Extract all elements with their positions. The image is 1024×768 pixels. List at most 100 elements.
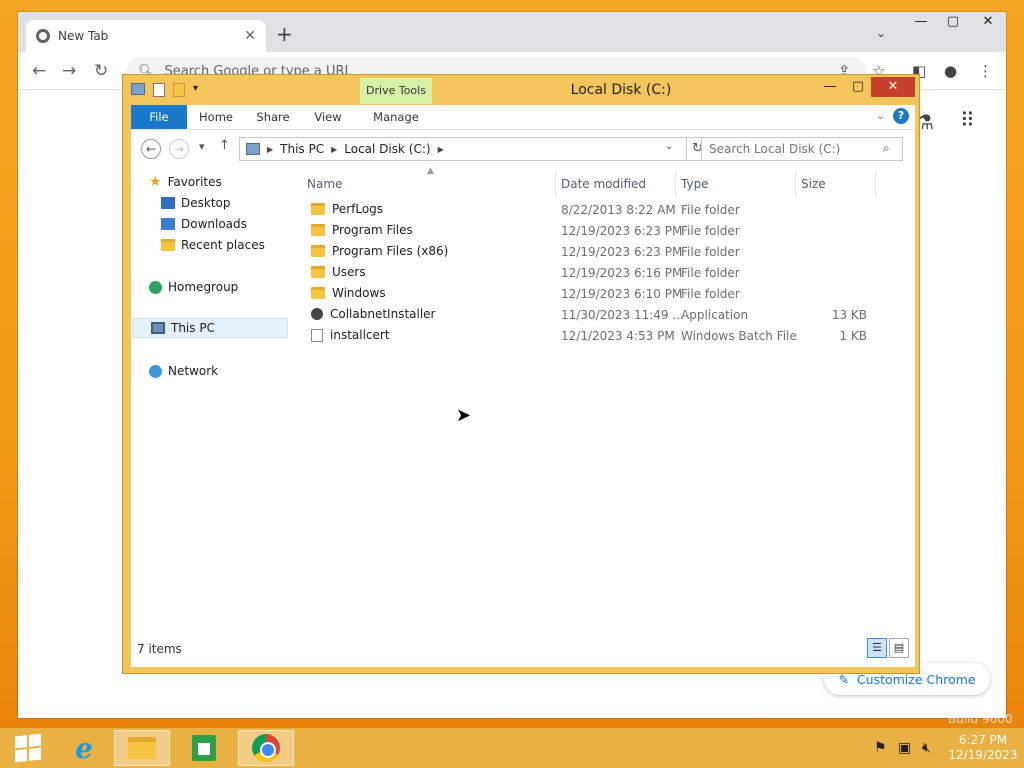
nav-this-pc[interactable]: This PC — [132, 318, 288, 338]
tab-manage[interactable]: Manage — [360, 105, 432, 129]
search-input[interactable] — [701, 137, 903, 161]
chrome-tab-new-tab[interactable]: New Tab ✕ — [26, 20, 266, 52]
clock-time: 6:27 PM — [958, 733, 1008, 747]
tab-share[interactable]: Share — [247, 105, 299, 129]
tab-file[interactable]: File — [131, 105, 187, 129]
nav-homegroup[interactable]: Homegroup — [149, 277, 238, 297]
column-size[interactable]: Size — [801, 177, 826, 191]
tab-home[interactable]: Home — [191, 105, 241, 129]
file-date: 12/19/2023 6:16 PM — [561, 266, 683, 280]
apps-grid-icon[interactable]: ⠿ — [960, 108, 975, 132]
file-row[interactable]: PerfLogs 8/22/2013 8:22 AM File folder — [299, 200, 899, 221]
breadcrumb-separator-icon[interactable]: ▶ — [438, 145, 444, 154]
taskbar-file-explorer[interactable] — [114, 730, 170, 766]
chrome-tab-title: New Tab — [58, 29, 109, 43]
batch-file-icon — [311, 328, 323, 342]
folder-icon — [311, 287, 325, 299]
nav-homegroup-label: Homegroup — [168, 280, 239, 294]
tab-view[interactable]: View — [305, 105, 351, 129]
column-divider[interactable] — [675, 172, 676, 196]
column-divider[interactable] — [875, 172, 876, 196]
file-explorer-icon — [128, 737, 156, 759]
file-row[interactable]: Windows 12/19/2023 6:10 PM File folder — [299, 284, 899, 305]
column-name[interactable]: Name — [307, 177, 342, 191]
file-name: CollabnetInstaller — [311, 307, 436, 321]
file-row[interactable]: installcert 12/1/2023 4:53 PM Windows Batc… — [299, 326, 899, 347]
breadcrumb-separator-icon[interactable]: ▶ — [331, 145, 337, 154]
action-center-flag-icon[interactable]: ⚑ — [874, 740, 887, 756]
taskbar-internet-explorer[interactable]: e — [56, 730, 112, 766]
taskbar-chrome[interactable] — [238, 730, 294, 766]
system-clock[interactable]: 6:27 PM 12/19/2023 — [948, 733, 1018, 763]
large-icons-view-icon[interactable]: ▤ — [889, 638, 909, 658]
column-type[interactable]: Type — [681, 177, 709, 191]
close-tab-icon[interactable]: ✕ — [244, 28, 256, 44]
internet-explorer-icon: e — [75, 731, 93, 765]
address-dropdown-chevron-icon[interactable]: ⌄ — [665, 141, 673, 152]
breadcrumb-local-disk[interactable]: Local Disk (C:) — [344, 142, 430, 156]
breadcrumb-this-pc[interactable]: This PC — [280, 142, 324, 156]
file-size: 13 KB — [831, 308, 867, 322]
store-icon — [192, 735, 216, 761]
close-button[interactable]: ✕ — [970, 12, 1006, 34]
file-row[interactable]: CollabnetInstaller 11/30/2023 11:49 ... Ap… — [299, 305, 899, 326]
new-tab-button[interactable]: + — [276, 22, 293, 46]
file-date: 12/19/2023 6:10 PM — [561, 287, 683, 301]
minimize-button[interactable]: — — [904, 12, 938, 34]
help-icon[interactable]: ? — [893, 108, 909, 124]
explorer-window-title: Local Disk (C:) — [570, 82, 672, 98]
expand-ribbon-chevron-icon[interactable]: ⌄ — [876, 109, 885, 122]
file-row[interactable]: Program Files 12/19/2023 6:23 PM File fold… — [299, 221, 899, 242]
file-name-text: PerfLogs — [332, 202, 384, 216]
file-name: Windows — [311, 286, 386, 300]
volume-muted-icon[interactable]: 🔇︎ — [922, 740, 931, 756]
explorer-maximize-button[interactable]: ▢ — [845, 77, 871, 97]
file-name: Users — [311, 265, 366, 279]
back-arrow-icon[interactable]: ← — [32, 61, 46, 81]
navigation-pane: ★ Favorites Desktop Downloads Recent pla… — [131, 172, 289, 622]
column-divider[interactable] — [555, 172, 556, 196]
explorer-close-button[interactable]: ✕ — [871, 77, 915, 97]
nav-recent-places[interactable]: Recent places — [161, 235, 265, 255]
nav-downloads-label: Downloads — [181, 217, 247, 231]
maximize-button[interactable]: ▢ — [936, 12, 970, 34]
column-header-row: ▲ Name Date modified Type Size — [299, 166, 915, 196]
reload-icon[interactable]: ↻ — [94, 61, 108, 81]
recent-locations-chevron-icon[interactable]: ▾ — [199, 140, 205, 153]
file-type: File folder — [681, 224, 740, 238]
network-icon — [149, 364, 162, 378]
file-row[interactable]: Program Files (x86) 12/19/2023 6:23 PM Fil… — [299, 242, 899, 263]
sort-ascending-icon: ▲ — [427, 166, 434, 176]
nav-downloads[interactable]: Downloads — [161, 214, 247, 234]
start-button[interactable] — [0, 730, 56, 766]
explorer-minimize-button[interactable]: — — [817, 77, 843, 97]
nav-favorites-label: Favorites — [167, 175, 222, 189]
nav-favorites[interactable]: ★ Favorites — [149, 172, 222, 192]
file-name-text: Windows — [332, 286, 386, 300]
kebab-menu-icon[interactable]: ⋮ — [978, 62, 993, 80]
file-date: 12/1/2023 4:53 PM — [561, 329, 675, 343]
file-name: installcert — [311, 328, 390, 342]
forward-circle-icon[interactable]: → — [169, 139, 189, 159]
column-divider[interactable] — [795, 172, 796, 196]
taskbar-store[interactable] — [176, 730, 232, 766]
nav-network[interactable]: Network — [149, 361, 218, 381]
forward-arrow-icon[interactable]: → — [62, 61, 76, 81]
network-tray-icon[interactable]: ▣ — [898, 740, 911, 756]
details-view-icon[interactable]: ☰ — [867, 638, 887, 658]
address-bar[interactable]: ▶ This PC ▶ Local Disk (C:) ▶ — [239, 137, 687, 161]
breadcrumb-separator-icon[interactable]: ▶ — [267, 145, 273, 154]
this-pc-icon — [151, 322, 165, 334]
file-row[interactable]: Users 12/19/2023 6:16 PM File folder — [299, 263, 899, 284]
tab-search-chevron-icon[interactable]: ⌄ — [876, 26, 886, 40]
nav-desktop[interactable]: Desktop — [161, 193, 231, 213]
back-circle-icon[interactable]: ← — [141, 139, 161, 159]
file-type: Application — [681, 308, 749, 322]
column-date-modified[interactable]: Date modified — [561, 177, 646, 191]
file-date: 12/19/2023 6:23 PM — [561, 245, 683, 259]
up-arrow-icon[interactable]: ↑ — [219, 138, 230, 153]
folder-icon — [311, 245, 325, 257]
profile-avatar-icon[interactable]: ● — [944, 62, 957, 80]
star-icon: ★ — [149, 174, 162, 190]
nav-desktop-label: Desktop — [181, 196, 231, 210]
